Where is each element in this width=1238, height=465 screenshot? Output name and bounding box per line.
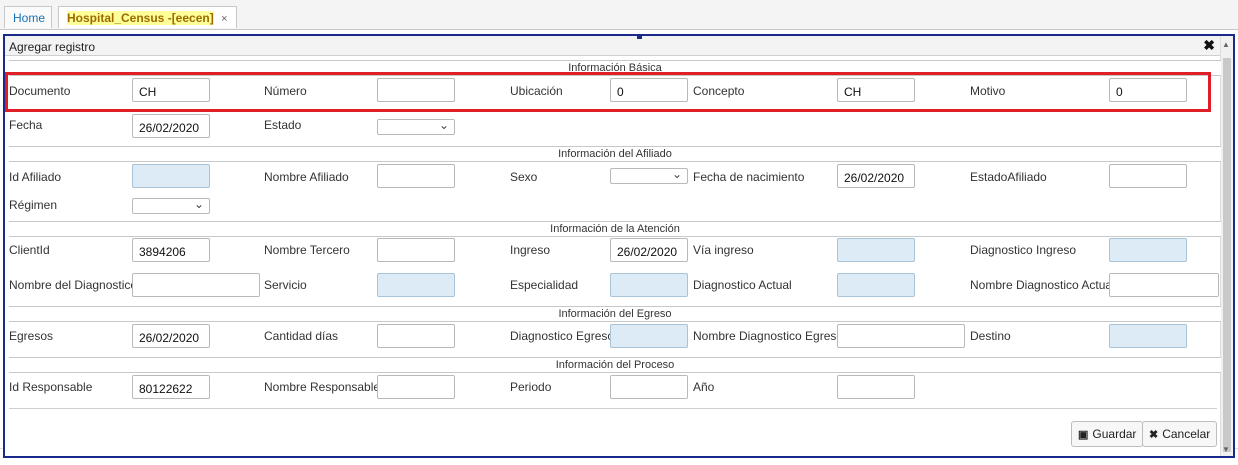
periodo-field[interactable]	[610, 375, 688, 399]
dialog-titlebar: Agregar registro ✖	[5, 36, 1233, 56]
label-ingreso: Ingreso	[510, 243, 551, 257]
label-fecha-nacimiento: Fecha de nacimiento	[693, 170, 805, 184]
label-estado: Estado	[264, 118, 302, 132]
save-icon: ▣	[1078, 429, 1089, 441]
label-servicio: Servicio	[264, 278, 307, 292]
tab-bar: Home Hospital_Census -[eecen] ×	[0, 0, 1238, 30]
label-anio: Año	[693, 380, 715, 394]
label-via-ingreso: Vía ingreso	[693, 243, 754, 257]
tab-hospital-census[interactable]: Hospital_Census -[eecen] ×	[58, 6, 237, 28]
label-id-responsable: Id Responsable	[9, 380, 93, 394]
close-tab-icon[interactable]: ×	[221, 13, 227, 25]
diagnostico-actual-field[interactable]	[837, 273, 915, 297]
estado-afiliado-field[interactable]	[1109, 164, 1187, 188]
footer-divider	[9, 408, 1217, 409]
label-id-afiliado: Id Afiliado	[9, 170, 62, 184]
nombre-responsable-field[interactable]	[377, 375, 455, 399]
label-nombre-diagnostico-actual: Nombre Diagnostico Actual	[970, 278, 1115, 292]
label-destino: Destino	[970, 329, 1011, 343]
fecha-field[interactable]: 26/02/2020	[132, 114, 210, 138]
focus-marker	[637, 35, 642, 39]
label-nombre-tercero: Nombre Tercero	[264, 243, 350, 257]
tab-hospital-census-label: Hospital_Census -[eecen]	[67, 11, 214, 25]
cancel-button-label: Cancelar	[1162, 427, 1211, 441]
label-numero: Número	[264, 84, 307, 98]
section-informacion-egreso: Información del Egreso	[9, 306, 1221, 322]
dialog-scrollbar[interactable]: ▲ ▼	[1220, 36, 1233, 456]
close-icon: ✖	[1149, 429, 1159, 441]
ubicacion-field[interactable]: 0	[610, 78, 688, 102]
egresos-field[interactable]: 26/02/2020	[132, 324, 210, 348]
section-informacion-afiliado: Información del Afiliado	[9, 146, 1221, 162]
label-diagnostico-actual: Diagnostico Actual	[693, 278, 792, 292]
label-ubicacion: Ubicación	[510, 84, 563, 98]
nombre-diagnostico-actual-field[interactable]	[1109, 273, 1219, 297]
label-diagnostico-ingreso: Diagnostico Ingreso	[970, 243, 1077, 257]
label-diagnostico-egreso: Diagnostico Egreso	[510, 329, 615, 343]
scroll-up-arrow-icon[interactable]: ▲	[1222, 40, 1230, 49]
ingreso-field[interactable]: 26/02/2020	[610, 238, 688, 262]
chevron-down-icon: ⌄	[193, 197, 204, 211]
nombre-diagnostico-egreso-field[interactable]	[837, 324, 965, 348]
especialidad-field[interactable]	[610, 273, 688, 297]
label-regimen: Régimen	[9, 198, 58, 212]
destino-field[interactable]	[1109, 324, 1187, 348]
label-nombre-diagnostico-egreso: Nombre Diagnostico Egreso	[693, 329, 844, 343]
fecha-nacimiento-field[interactable]: 26/02/2020	[837, 164, 915, 188]
label-egresos: Egresos	[9, 329, 54, 343]
regimen-select[interactable]: ⌄	[132, 197, 210, 214]
estado-select[interactable]: ⌄	[377, 118, 455, 135]
label-fecha: Fecha	[9, 118, 43, 132]
label-client-id: ClientId	[9, 243, 50, 257]
id-responsable-field[interactable]: 80122622	[132, 375, 210, 399]
label-especialidad: Especialidad	[510, 278, 579, 292]
section-informacion-proceso: Información del Proceso	[9, 357, 1221, 373]
label-nombre-responsable: Nombre Responsable	[264, 380, 381, 394]
label-documento: Documento	[9, 84, 71, 98]
cancel-button[interactable]: ✖ Cancelar	[1142, 421, 1218, 447]
anio-field[interactable]	[837, 375, 915, 399]
sexo-select[interactable]: ⌄	[610, 167, 688, 184]
motivo-field[interactable]: 0	[1109, 78, 1187, 102]
scroll-thumb[interactable]	[1223, 58, 1231, 452]
close-dialog-icon[interactable]: ✖	[1203, 37, 1215, 54]
tab-home-label: Home	[13, 11, 46, 25]
label-cantidad-dias: Cantidad días	[264, 329, 339, 343]
label-motivo: Motivo	[970, 84, 1006, 98]
diagnostico-egreso-field[interactable]	[610, 324, 688, 348]
nombre-afiliado-field[interactable]	[377, 164, 455, 188]
save-button-label: Guardar	[1092, 427, 1137, 441]
documento-field[interactable]: CH	[132, 78, 210, 102]
cantidad-dias-field[interactable]	[377, 324, 455, 348]
label-nombre-diagnostico: Nombre del Diagnostico	[9, 278, 138, 292]
id-afiliado-field[interactable]	[132, 164, 210, 188]
section-informacion-basica: Información Básica	[9, 60, 1221, 76]
client-id-field[interactable]: 3894206	[132, 238, 210, 262]
nombre-diagnostico-field[interactable]	[132, 273, 260, 297]
chevron-down-icon: ⌄	[438, 118, 449, 132]
servicio-field[interactable]	[377, 273, 455, 297]
diagnostico-ingreso-field[interactable]	[1109, 238, 1187, 262]
label-nombre-afiliado: Nombre Afiliado	[264, 170, 349, 184]
label-estado-afiliado: EstadoAfiliado	[970, 170, 1047, 184]
concepto-field[interactable]: CH	[837, 78, 915, 102]
save-button[interactable]: ▣ Guardar	[1071, 421, 1144, 447]
via-ingreso-field[interactable]	[837, 238, 915, 262]
numero-field[interactable]	[377, 78, 455, 102]
section-informacion-atencion: Información de la Atención	[9, 221, 1221, 237]
label-sexo: Sexo	[510, 170, 538, 184]
chevron-down-icon: ⌄	[671, 167, 682, 181]
dialog-title: Agregar registro	[9, 40, 96, 54]
label-periodo: Periodo	[510, 380, 552, 394]
label-concepto: Concepto	[693, 84, 745, 98]
tab-home[interactable]: Home	[4, 6, 52, 28]
add-record-dialog: Agregar registro ✖ ▲ ▼ Información Básic…	[3, 34, 1235, 458]
nombre-tercero-field[interactable]	[377, 238, 455, 262]
scroll-down-arrow-icon[interactable]: ▼	[1222, 445, 1230, 454]
